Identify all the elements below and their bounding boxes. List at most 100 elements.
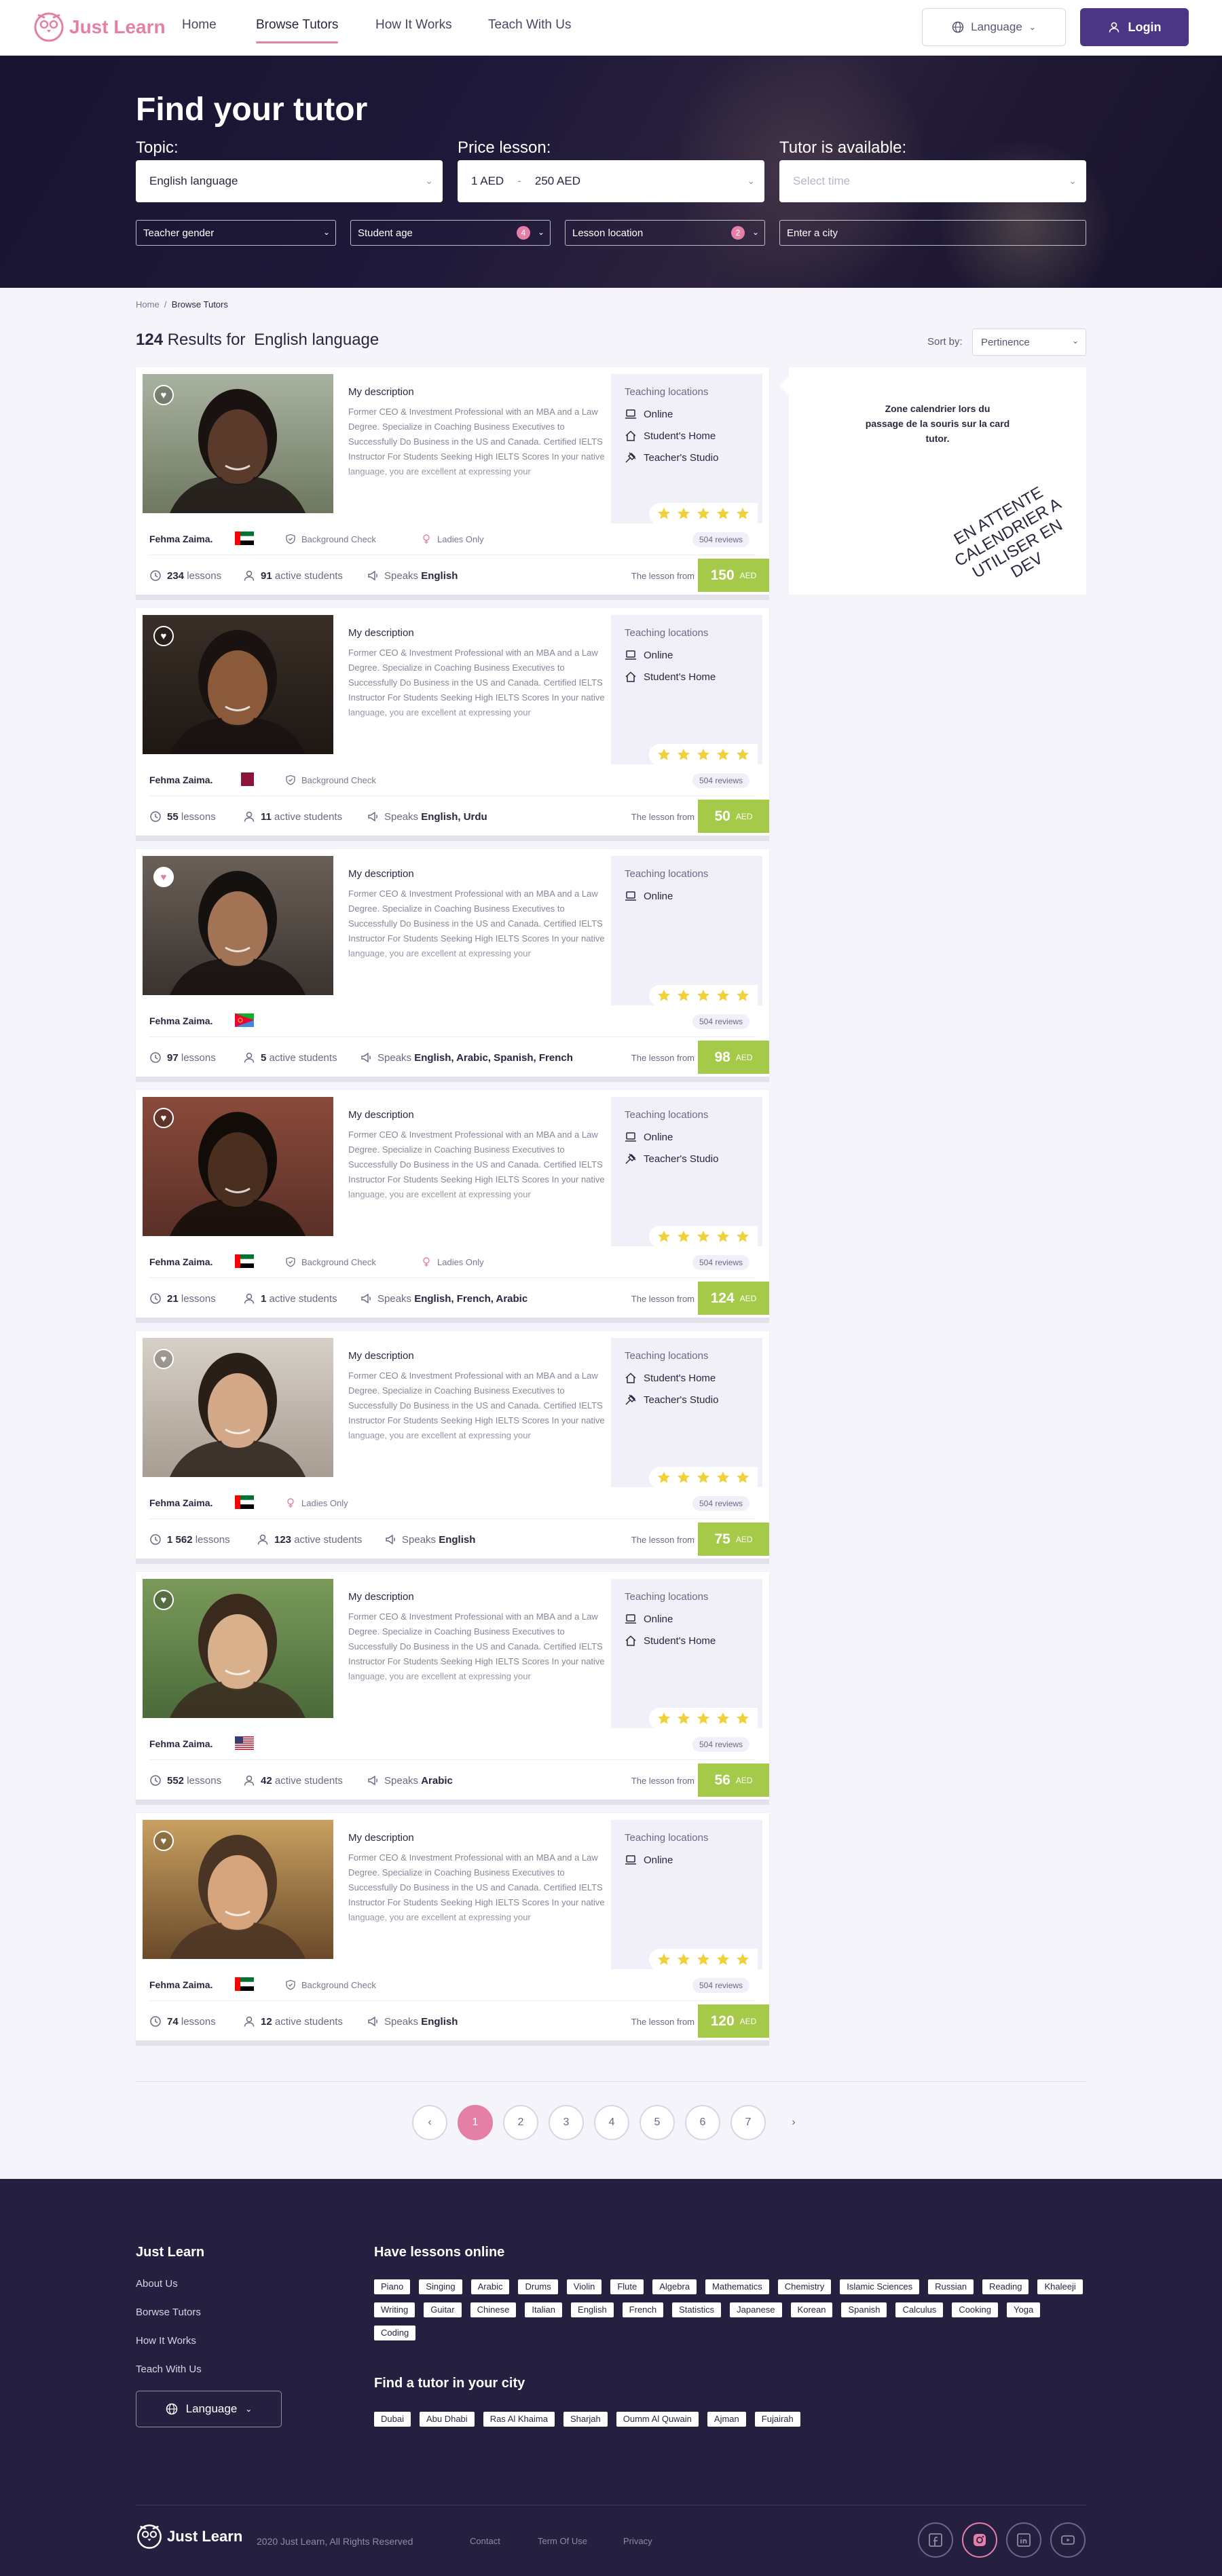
tutor-card[interactable]: ♥ My description Former CEO & Investment P… xyxy=(136,849,769,1077)
pagination-page-4[interactable]: 4 xyxy=(594,2105,629,2140)
subject-tag[interactable]: Korean xyxy=(790,2302,833,2317)
tutor-name[interactable]: Fehma Zaima. xyxy=(149,1497,212,1508)
pagination-page-3[interactable]: 3 xyxy=(549,2105,584,2140)
subject-tag[interactable]: Guitar xyxy=(424,2302,462,2317)
tutor-name[interactable]: Fehma Zaima. xyxy=(149,774,212,785)
reviews-count[interactable]: 504 reviews xyxy=(692,1255,750,1270)
tutor-photo[interactable]: ♥ xyxy=(143,1338,333,1477)
subject-tag[interactable]: Chinese xyxy=(470,2302,517,2317)
nav-teach-with-us[interactable]: Teach With Us xyxy=(488,18,571,33)
subject-tag[interactable]: Flute xyxy=(610,2279,644,2294)
favorite-heart-icon[interactable]: ♥ xyxy=(153,1590,174,1610)
subject-tag[interactable]: Calculus xyxy=(895,2302,944,2317)
tutor-photo[interactable]: ♥ xyxy=(143,615,333,754)
price-button[interactable]: 150 AED xyxy=(698,559,769,592)
tutor-name[interactable]: Fehma Zaima. xyxy=(149,534,212,544)
language-selector[interactable]: Language ⌄ xyxy=(922,8,1066,46)
tutor-card[interactable]: ♥ My description Former CEO & Investment P… xyxy=(136,1572,769,1799)
tutor-card[interactable]: ♥ My description Former CEO & Investment P… xyxy=(136,1090,769,1318)
city-tag[interactable]: Ras Al Khaima xyxy=(483,2412,555,2427)
reviews-count[interactable]: 504 reviews xyxy=(692,1014,750,1029)
city-tag[interactable]: Abu Dhabi xyxy=(419,2412,475,2427)
subject-tag[interactable]: Drums xyxy=(518,2279,558,2294)
footer-link-teach[interactable]: Teach With Us xyxy=(136,2364,202,2375)
subject-tag[interactable]: English xyxy=(571,2302,614,2317)
subject-tag[interactable]: Islamic Sciences xyxy=(840,2279,920,2294)
price-button[interactable]: 98 AED xyxy=(698,1041,769,1074)
price-range-select[interactable]: 1 AED - 250 AED ⌄ xyxy=(458,160,764,202)
favorite-heart-icon[interactable]: ♥ xyxy=(153,1108,174,1128)
tutor-photo[interactable]: ♥ xyxy=(143,856,333,995)
price-button[interactable]: 75 AED xyxy=(698,1523,769,1556)
availability-select[interactable]: Select time ⌄ xyxy=(779,160,1086,202)
price-button[interactable]: 56 AED xyxy=(698,1763,769,1797)
pagination-prev-button[interactable]: ‹ xyxy=(412,2105,447,2140)
reviews-count[interactable]: 504 reviews xyxy=(692,1496,750,1511)
pagination-page-2[interactable]: 2 xyxy=(503,2105,538,2140)
subject-tag[interactable]: Reading xyxy=(982,2279,1029,2294)
lesson-location-filter[interactable]: Lesson location 2 ⌄ xyxy=(565,220,765,246)
subject-tag[interactable]: Piano xyxy=(374,2279,411,2294)
pagination-next-button[interactable]: › xyxy=(776,2105,811,2140)
login-button[interactable]: Login xyxy=(1080,8,1189,46)
linkedin-link[interactable] xyxy=(1006,2522,1041,2558)
footer-link-about[interactable]: About Us xyxy=(136,2278,178,2290)
tutor-name[interactable]: Fehma Zaima. xyxy=(149,1015,212,1026)
footer-terms-link[interactable]: Term Of Use xyxy=(538,2536,587,2546)
footer-language-selector[interactable]: Language ⌄ xyxy=(136,2391,282,2427)
city-input[interactable]: Enter a city xyxy=(779,220,1086,246)
nav-browse-tutors[interactable]: Browse Tutors xyxy=(256,18,339,43)
subject-tag[interactable]: Writing xyxy=(374,2302,415,2317)
gender-filter[interactable]: Teacher gender ⌄ xyxy=(136,220,336,246)
favorite-heart-icon[interactable]: ♥ xyxy=(153,867,174,887)
tutor-name[interactable]: Fehma Zaima. xyxy=(149,1256,212,1267)
subject-tag[interactable]: French xyxy=(622,2302,664,2317)
instagram-link[interactable] xyxy=(962,2522,997,2558)
pagination-page-5[interactable]: 5 xyxy=(640,2105,675,2140)
subject-tag[interactable]: Coding xyxy=(374,2326,416,2340)
footer-link-browse[interactable]: Borwse Tutors xyxy=(136,2307,201,2318)
city-tag[interactable]: Sharjah xyxy=(563,2412,608,2427)
tutor-card[interactable]: ♥ My description Former CEO & Investment P… xyxy=(136,367,769,595)
city-tag[interactable]: Oumm Al Quwain xyxy=(616,2412,699,2427)
favorite-heart-icon[interactable]: ♥ xyxy=(153,626,174,646)
favorite-heart-icon[interactable]: ♥ xyxy=(153,1831,174,1851)
price-button[interactable]: 50 AED xyxy=(698,800,769,833)
subject-tag[interactable]: Chemistry xyxy=(777,2279,832,2294)
tutor-photo[interactable]: ♥ xyxy=(143,1820,333,1959)
reviews-count[interactable]: 504 reviews xyxy=(692,1978,750,1993)
subject-tag[interactable]: Russian xyxy=(928,2279,974,2294)
tutor-photo[interactable]: ♥ xyxy=(143,374,333,513)
subject-tag[interactable]: Spanish xyxy=(841,2302,887,2317)
footer-logo[interactable]: Just Learn xyxy=(136,2520,242,2553)
tutor-card[interactable]: ♥ My description Former CEO & Investment P… xyxy=(136,1813,769,2040)
tutor-photo[interactable]: ♥ xyxy=(143,1097,333,1236)
reviews-count[interactable]: 504 reviews xyxy=(692,1737,750,1752)
footer-link-how[interactable]: How It Works xyxy=(136,2335,196,2347)
tutor-card[interactable]: ♥ My description Former CEO & Investment P… xyxy=(136,608,769,836)
pagination-page-6[interactable]: 6 xyxy=(685,2105,720,2140)
subject-tag[interactable]: Mathematics xyxy=(705,2279,769,2294)
brand-logo[interactable]: Just Learn xyxy=(33,8,166,46)
subject-tag[interactable]: Algebra xyxy=(652,2279,697,2294)
subject-tag[interactable]: Singing xyxy=(419,2279,462,2294)
sort-select[interactable]: Pertinence ⌄ xyxy=(972,329,1086,356)
reviews-count[interactable]: 504 reviews xyxy=(692,532,750,547)
youtube-link[interactable] xyxy=(1050,2522,1086,2558)
price-button[interactable]: 124 AED xyxy=(698,1282,769,1315)
subject-tag[interactable]: Japanese xyxy=(730,2302,782,2317)
favorite-heart-icon[interactable]: ♥ xyxy=(153,385,174,405)
footer-privacy-link[interactable]: Privacy xyxy=(623,2536,652,2546)
tutor-name[interactable]: Fehma Zaima. xyxy=(149,1979,212,1990)
subject-tag[interactable]: Khaleeji xyxy=(1037,2279,1083,2294)
reviews-count[interactable]: 504 reviews xyxy=(692,773,750,788)
subject-tag[interactable]: Italian xyxy=(525,2302,563,2317)
breadcrumb-home[interactable]: Home xyxy=(136,299,160,310)
facebook-link[interactable] xyxy=(918,2522,953,2558)
subject-tag[interactable]: Arabic xyxy=(470,2279,510,2294)
pagination-page-1[interactable]: 1 xyxy=(458,2105,493,2140)
city-tag[interactable]: Dubai xyxy=(374,2412,411,2427)
footer-contact-link[interactable]: Contact xyxy=(470,2536,500,2546)
nav-home[interactable]: Home xyxy=(182,18,217,33)
pagination-page-7[interactable]: 7 xyxy=(730,2105,766,2140)
